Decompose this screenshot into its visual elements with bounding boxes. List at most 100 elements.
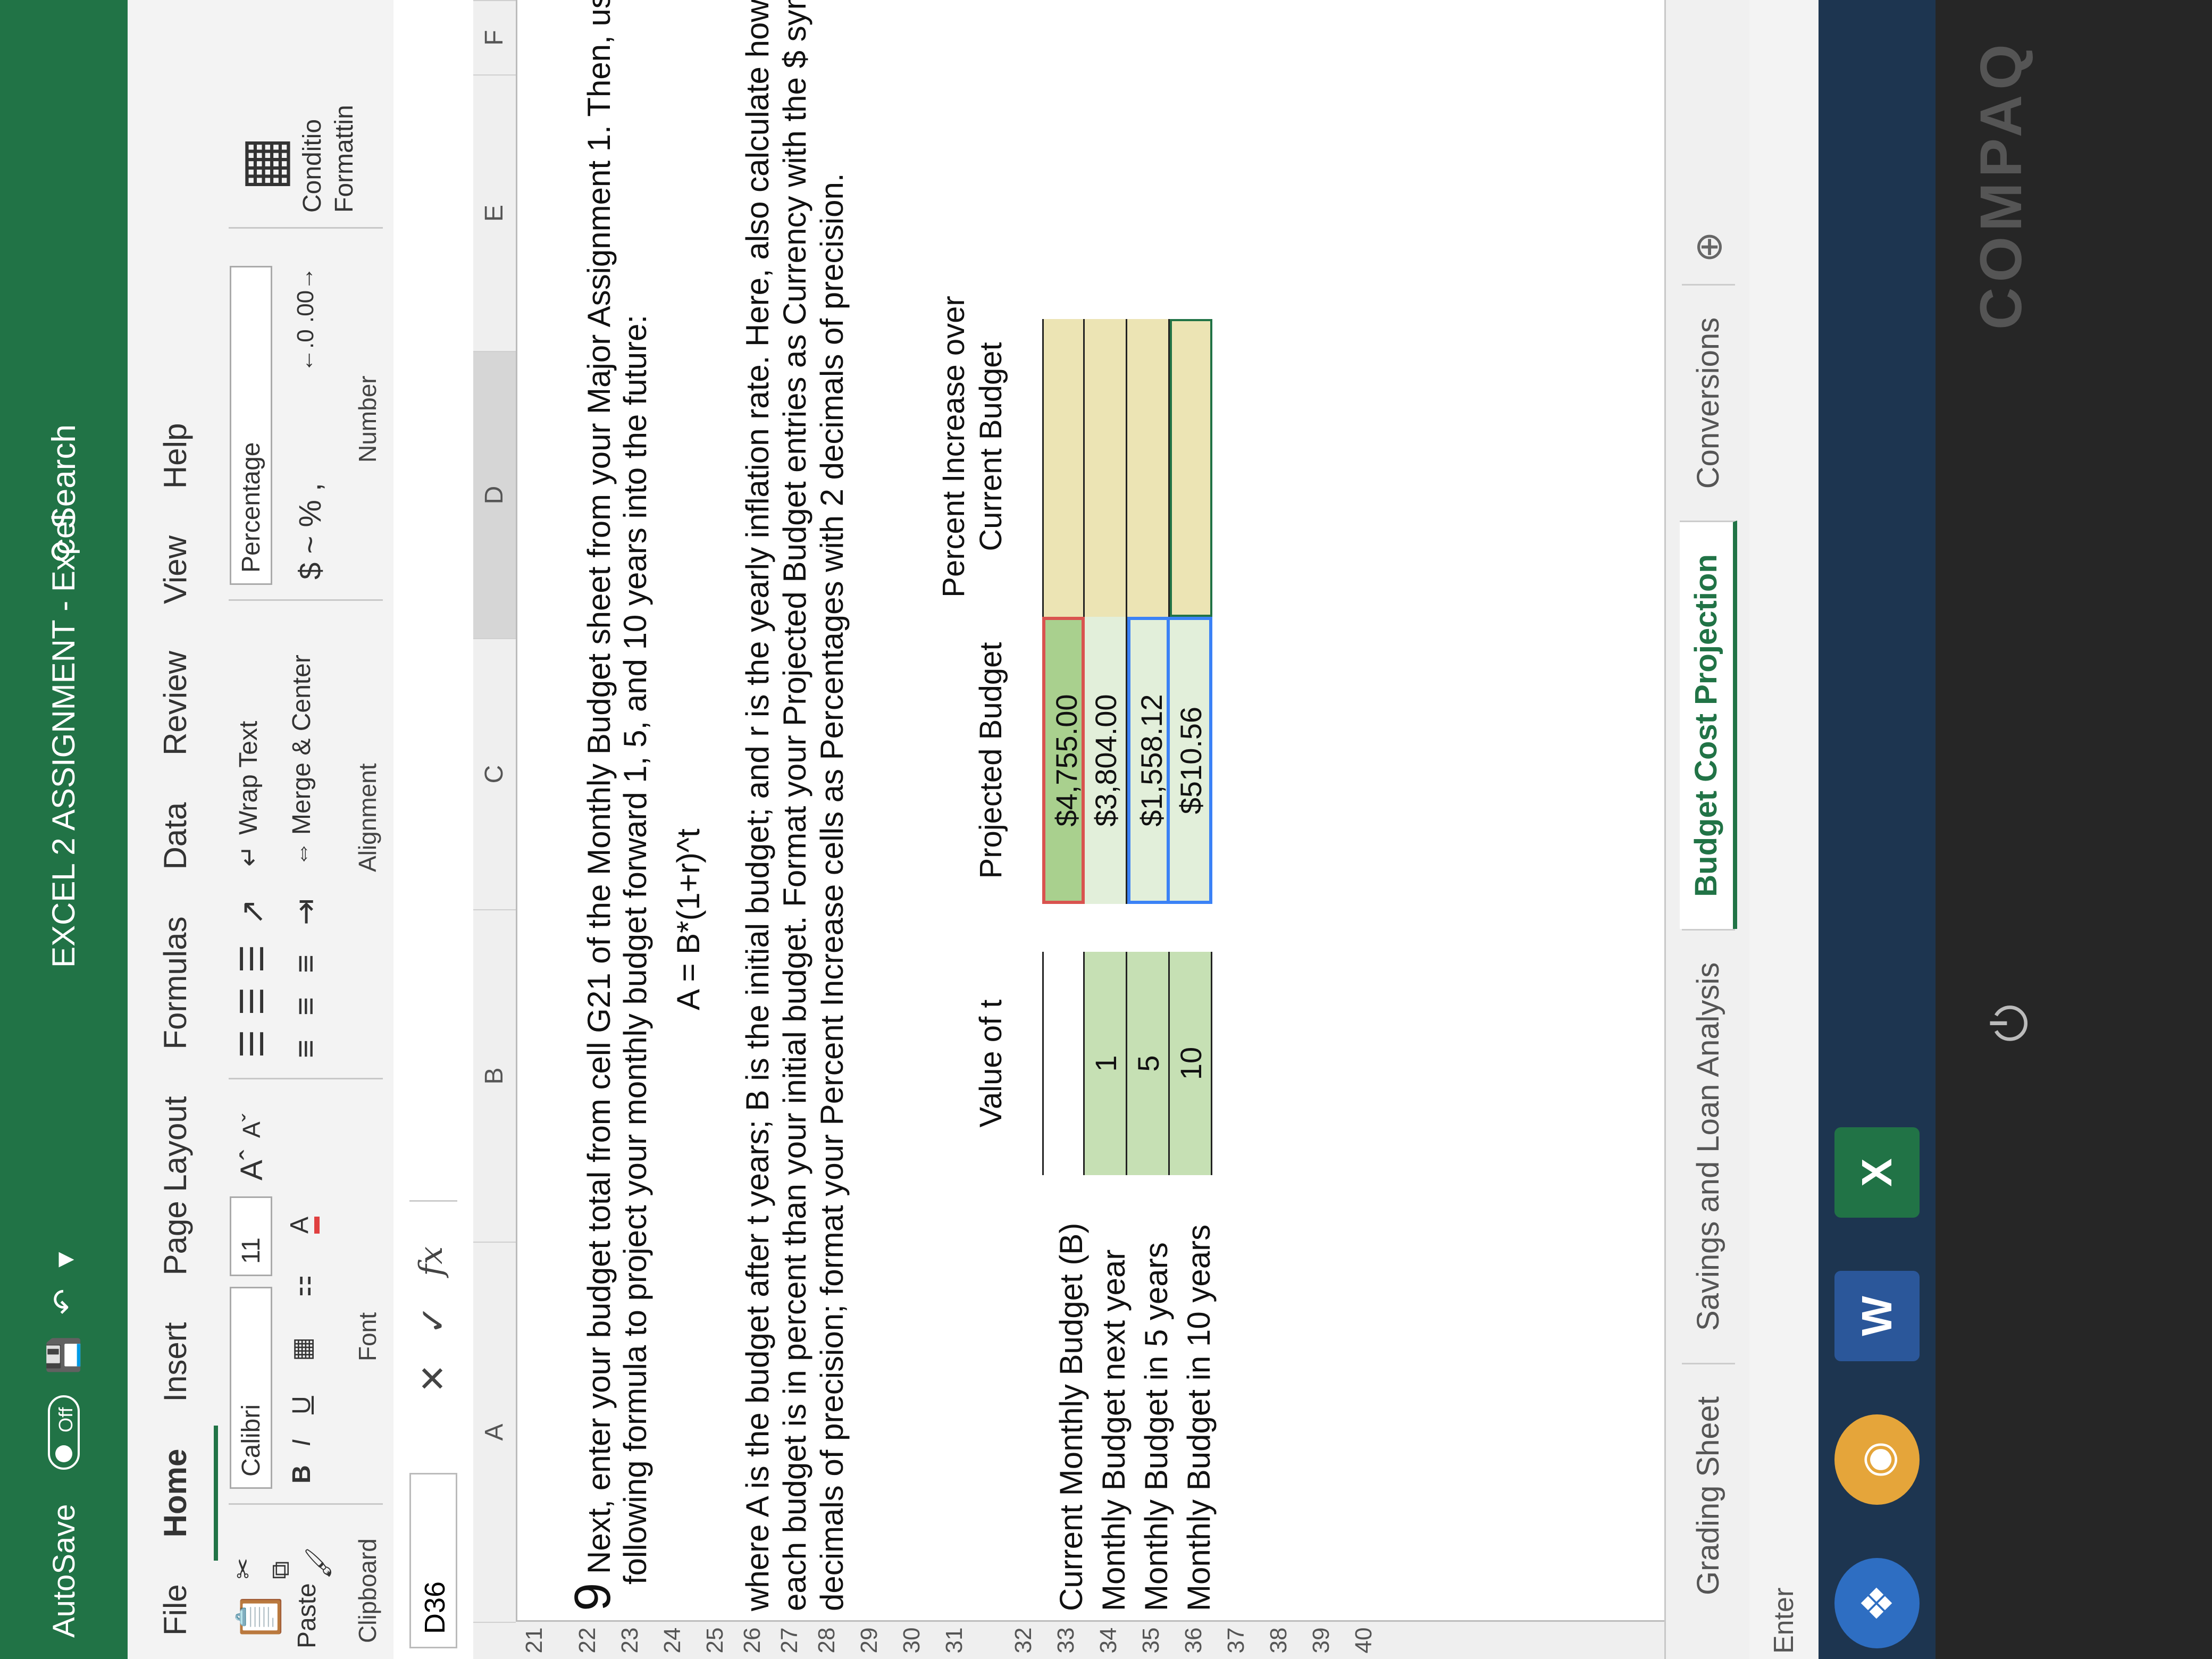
paste-label[interactable]: Paste — [292, 1583, 322, 1648]
enter-check-icon[interactable]: ✓ — [413, 1305, 454, 1335]
cell-t-5-years[interactable]: 5 — [1127, 952, 1170, 1175]
column-header-d[interactable]: D — [473, 351, 516, 638]
tab-help[interactable]: Help — [157, 400, 218, 512]
row-header[interactable]: 32 — [1010, 1622, 1037, 1659]
insert-function-icon[interactable]: fx — [413, 1246, 450, 1276]
align-top-icon[interactable]: ☰ — [234, 1029, 271, 1058]
sheet-tab-budget-cost-projection[interactable]: Budget Cost Projection — [1680, 521, 1737, 929]
format-painter-icon[interactable]: 🖌 — [303, 1547, 333, 1579]
search-box[interactable]: ⚲ Search — [32, 424, 96, 564]
wrap-text-button[interactable]: Wrap Text — [234, 721, 263, 835]
row-header[interactable]: 34 — [1095, 1622, 1122, 1659]
tab-data[interactable]: Data — [157, 779, 218, 893]
word-icon[interactable]: W — [1834, 1271, 1920, 1361]
save-icon[interactable]: 💾 — [46, 1336, 82, 1374]
cell-pct-next-year[interactable] — [1085, 319, 1127, 617]
conditional-formatting-icon[interactable]: ▦ — [229, 136, 297, 191]
row-header[interactable]: 30 — [899, 1622, 925, 1659]
excel-icon[interactable]: X — [1834, 1127, 1920, 1218]
indent-icon[interactable]: ⇥ — [287, 899, 324, 925]
cell-pct-current[interactable] — [1042, 319, 1085, 617]
increase-font-icon[interactable]: Aˆ — [234, 1150, 270, 1180]
cell-projected-5-years[interactable]: $1,558.12 — [1127, 617, 1170, 904]
cell-projected-next-year[interactable]: $3,804.00 — [1085, 617, 1127, 904]
decimal-adjust-icon[interactable]: ←.0 .00→ — [292, 267, 319, 372]
undo-icon[interactable]: ↶ — [46, 1289, 82, 1315]
tab-insert[interactable]: Insert — [157, 1299, 218, 1426]
tab-page-layout[interactable]: Page Layout — [157, 1073, 218, 1299]
paste-icon[interactable]: 📋 — [234, 1590, 284, 1643]
orientation-icon[interactable]: ↗ — [234, 899, 271, 925]
row-header[interactable]: 35 — [1138, 1622, 1164, 1659]
start-button-icon[interactable]: ❖ — [1834, 1558, 1920, 1648]
align-center-icon[interactable]: ≡ — [287, 997, 324, 1016]
tab-formulas[interactable]: Formulas — [157, 893, 218, 1073]
cell-pct-5-years[interactable] — [1127, 319, 1170, 617]
align-bottom-icon[interactable]: ☰ — [234, 944, 271, 973]
row-header[interactable]: 28 — [814, 1622, 840, 1659]
row-header[interactable]: 33 — [1053, 1622, 1079, 1659]
sheet-tab-conversions[interactable]: Conversions — [1682, 283, 1735, 521]
row-header[interactable]: 27 — [776, 1622, 803, 1659]
row-header[interactable]: 39 — [1308, 1622, 1335, 1659]
fill-color-icon[interactable]: ⚏ — [287, 1275, 317, 1297]
column-header-f[interactable]: F — [473, 0, 516, 74]
row-header[interactable]: 29 — [856, 1622, 883, 1659]
copy-icon[interactable]: ⧉ — [266, 1561, 296, 1579]
conditional-formatting-label-2[interactable]: Formattin — [330, 105, 359, 213]
row-header[interactable]: 25 — [702, 1622, 728, 1659]
bold-button[interactable]: B — [287, 1465, 316, 1484]
column-header-c[interactable]: C — [473, 638, 516, 909]
row-header[interactable]: 40 — [1351, 1622, 1377, 1659]
tab-review[interactable]: Review — [157, 627, 218, 779]
row-header[interactable]: 23 — [617, 1622, 643, 1659]
cell-t-next-year[interactable]: 1 — [1085, 952, 1127, 1175]
sheet-tab-grading-sheet[interactable]: Grading Sheet — [1682, 1362, 1735, 1627]
number-format-select[interactable]: Percentage — [230, 266, 272, 585]
row-header[interactable]: 21 — [521, 1622, 548, 1659]
font-name-select[interactable]: Calibri — [230, 1287, 272, 1489]
align-left-icon[interactable]: ≡ — [287, 1040, 324, 1058]
cell-t-10-years[interactable]: 10 — [1170, 952, 1212, 1175]
name-box[interactable]: D36 — [409, 1473, 457, 1648]
worksheet-grid[interactable]: 9 Next, enter your budget total from cel… — [516, 0, 1664, 1622]
merge-center-button[interactable]: Merge & Center — [287, 655, 316, 835]
tab-view[interactable]: View — [157, 512, 218, 627]
font-color-icon[interactable]: A — [285, 1216, 320, 1234]
cell-t-current[interactable] — [1042, 952, 1085, 1175]
cell-projected-current[interactable]: $4,755.00 — [1042, 617, 1085, 904]
wrap-text-icon[interactable]: ↵ — [234, 845, 264, 867]
italic-button[interactable]: I — [287, 1439, 316, 1446]
row-header[interactable]: 26 — [739, 1622, 766, 1659]
row-header[interactable]: 36 — [1180, 1622, 1207, 1659]
formula-input[interactable] — [409, 9, 457, 1202]
font-size-select[interactable]: 11 — [230, 1196, 272, 1276]
number-format-buttons[interactable]: $ ~ % , — [292, 483, 328, 580]
cut-icon[interactable]: ✂ — [229, 1558, 258, 1579]
column-header-a[interactable]: A — [473, 1242, 516, 1622]
customize-toolbar-icon[interactable]: ▾ — [46, 1252, 82, 1268]
sheet-tab-savings-loan[interactable]: Savings and Loan Analysis — [1682, 928, 1735, 1363]
row-header[interactable]: 24 — [659, 1622, 686, 1659]
merge-center-icon[interactable]: ⇔ — [287, 841, 316, 867]
row-header[interactable]: 38 — [1266, 1622, 1292, 1659]
tab-home[interactable]: Home — [157, 1425, 218, 1561]
chrome-icon[interactable]: ◉ — [1834, 1414, 1920, 1505]
autosave-toggle[interactable]: Off — [48, 1395, 80, 1482]
column-header-b[interactable]: B — [473, 909, 516, 1242]
cell-projected-10-years[interactable]: $510.56 — [1170, 617, 1212, 904]
row-header[interactable]: 37 — [1223, 1622, 1250, 1659]
tab-file[interactable]: File — [157, 1561, 218, 1659]
cancel-icon[interactable]: ✕ — [413, 1364, 454, 1393]
row-header[interactable]: 22 — [574, 1622, 601, 1659]
decrease-font-icon[interactable]: Aˇ — [237, 1113, 266, 1138]
borders-icon[interactable]: ▦ — [287, 1337, 317, 1361]
row-header[interactable]: 31 — [941, 1622, 968, 1659]
conditional-formatting-label-1[interactable]: Conditio — [298, 119, 327, 213]
column-header-e[interactable]: E — [473, 74, 516, 351]
select-all-corner[interactable] — [473, 1622, 516, 1659]
align-middle-icon[interactable]: ☰ — [234, 987, 271, 1016]
add-sheet-icon[interactable]: ⊕ — [1687, 231, 1730, 263]
underline-button[interactable]: U — [287, 1396, 316, 1414]
align-right-icon[interactable]: ≡ — [287, 954, 324, 973]
